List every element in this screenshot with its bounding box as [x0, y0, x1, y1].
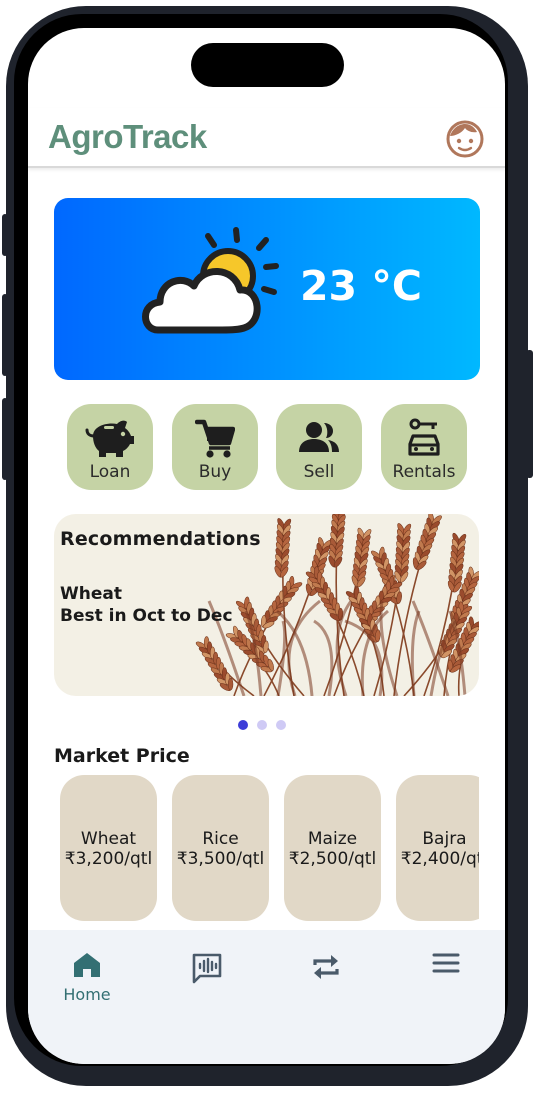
loan-button[interactable]: Loan [67, 404, 153, 490]
wheat-leaf [313, 619, 334, 696]
nav-home-label: Home [63, 985, 111, 1004]
crop-name: Bajra [422, 829, 467, 849]
wheat-leaf [287, 599, 321, 696]
crop-name: Rice [202, 829, 239, 849]
price-card-wheat[interactable]: Wheat ₹3,200/qtl [60, 775, 157, 921]
nav-voice[interactable] [167, 930, 247, 1020]
cart-icon [195, 419, 235, 458]
price-card-maize[interactable]: Maize ₹2,500/qtl [284, 775, 381, 921]
buy-button[interactable]: Buy [172, 404, 258, 490]
tractor-icon [408, 418, 440, 456]
voice-chat-icon [192, 953, 222, 984]
side-button-volume-down [2, 398, 8, 480]
side-button-volume-up [2, 294, 8, 376]
screen: AgroTrack 23 °C Loan Buy Sell Rentals Re… [28, 28, 505, 1064]
loan-label: Loan [89, 462, 131, 482]
market-price-list[interactable]: Wheat ₹3,200/qtl Rice ₹3,500/qtl Maize ₹… [54, 775, 479, 921]
weather-card[interactable]: 23 °C [54, 198, 480, 380]
carousel-dot-1[interactable] [238, 720, 248, 730]
temperature-value: 23 °C [300, 262, 422, 310]
rentals-label: Rentals [392, 462, 456, 482]
nav-exchange[interactable] [286, 930, 366, 1020]
price-card-bajra[interactable]: Bajra ₹2,400/qtl [396, 775, 479, 921]
side-button-power [526, 350, 533, 478]
carousel-indicator [238, 715, 295, 730]
carousel-dot-2[interactable] [257, 720, 267, 730]
market-price-title: Market Price [54, 745, 190, 767]
sell-button[interactable]: Sell [276, 404, 362, 490]
crop-price: ₹2,500/qtl [288, 849, 377, 869]
nav-home[interactable]: Home [47, 930, 127, 1020]
recommended-crop: Wheat [60, 584, 122, 604]
rentals-button[interactable]: Rentals [381, 404, 467, 490]
home-icon [74, 953, 100, 977]
crop-name: Wheat [80, 829, 137, 849]
recommended-season: Best in Oct to Dec [60, 606, 233, 626]
menu-icon [432, 953, 460, 973]
crop-price: ₹3,500/qtl [176, 849, 265, 869]
recommendation-card[interactable]: Recommendations Wheat Best in Oct to Dec [54, 514, 479, 696]
sell-label: Sell [303, 462, 335, 482]
carousel-dot-3[interactable] [276, 720, 286, 730]
crop-name: Maize [307, 829, 358, 849]
dynamic-island [191, 43, 344, 87]
side-button-silent [2, 214, 8, 256]
face-icon[interactable] [445, 119, 485, 159]
piggy-bank-icon [85, 420, 134, 457]
recommendation-title: Recommendations [60, 528, 261, 550]
wheat-leaf [276, 620, 287, 696]
crop-price: ₹3,200/qtl [64, 849, 153, 869]
group-icon [299, 422, 339, 452]
app-title: AgroTrack [48, 118, 207, 155]
buy-label: Buy [198, 462, 232, 482]
partly-sunny-icon [142, 227, 279, 334]
repeat-icon [313, 955, 339, 979]
nav-menu[interactable] [406, 930, 486, 1020]
bottom-navigation: Home [28, 930, 505, 1064]
app-header: AgroTrack [28, 108, 505, 168]
wheat-grain [227, 677, 234, 691]
price-card-rice[interactable]: Rice ₹3,500/qtl [172, 775, 269, 921]
crop-price: ₹2,400/qtl [400, 849, 479, 869]
